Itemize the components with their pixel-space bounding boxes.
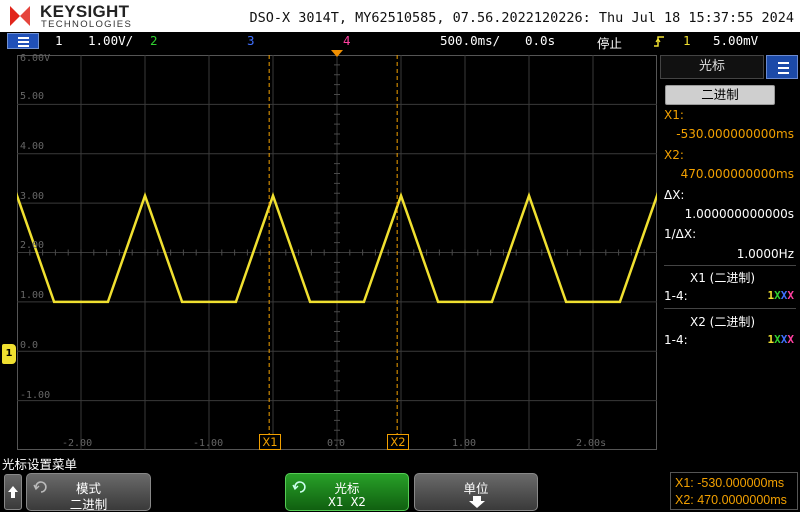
y-axis-label-3v: 3.00 (20, 191, 45, 202)
x1-value: -530.000000000ms (676, 127, 794, 141)
trigger-edge-icon (654, 36, 664, 47)
trigger-level[interactable]: 5.00mV (713, 33, 758, 48)
cursor-x2-tag[interactable]: X2 (387, 434, 409, 450)
cursor-x2-label: X2 (390, 435, 406, 449)
cursor-readout-box: X1: -530.000000ms X2: 470.0000000ms (670, 472, 798, 510)
header-bar: KEYSIGHT TECHNOLOGIES DSO-X 3014T, MY625… (0, 0, 800, 32)
status-bar: 1 1.00V/ 2 3 4 500.0ms/ 0.0s 停止 1 5.00mV (0, 32, 800, 52)
x2-value: 470.000000000ms (680, 167, 794, 181)
mode-softkey[interactable]: 模式 二进制 (26, 473, 151, 512)
x1-binary-range: 1-4: (664, 289, 688, 303)
arrow-down-icon (469, 496, 485, 508)
timebase-scale[interactable]: 500.0ms/ (440, 33, 500, 48)
x2-label: X2: (664, 148, 684, 162)
menu-up-button[interactable] (4, 474, 22, 510)
cursors-softkey[interactable]: 光标 X1 X2 (285, 473, 409, 511)
channel-4-indicator[interactable]: 4 (343, 33, 351, 48)
divider (664, 308, 796, 309)
x1-binary-value: 1XXX (768, 289, 795, 302)
delta-x-label: ΔX: (664, 188, 685, 202)
side-menu-button[interactable] (766, 55, 798, 79)
x2-bit-4: X (787, 333, 794, 346)
x1-label: X1: (664, 108, 684, 122)
channel-1-indicator[interactable]: 1 (55, 33, 63, 48)
run-state[interactable]: 停止 (597, 33, 622, 52)
mode-softkey-value: 二进制 (69, 497, 108, 512)
side-panel-title[interactable]: 光标 (660, 55, 764, 79)
time-delay[interactable]: 0.0s (525, 33, 555, 48)
x-axis-label-1s: 1.00 (452, 438, 477, 449)
y-axis-label-2v: 2.00 (20, 240, 45, 251)
menu-icon (18, 37, 29, 39)
x-axis-label-neg1s: -1.00 (193, 438, 224, 449)
delta-x-value: 1.000000000000s (684, 207, 794, 221)
cursors-softkey-value: X1 X2 (328, 494, 366, 509)
cursor-x1-tag[interactable]: X1 (259, 434, 281, 450)
menu-icon-line (778, 67, 789, 69)
graticule-grid (17, 55, 657, 450)
channel-3-indicator[interactable]: 3 (247, 33, 255, 48)
inverse-delta-x-value: 1.0000Hz (736, 247, 794, 261)
cursor-readout-x2: X2: 470.0000000ms (675, 493, 787, 507)
keysight-logo-icon (10, 6, 30, 26)
cursor-side-panel: 光标 二进制 X1: -530.000000000ms X2: 470.0000… (660, 55, 800, 452)
ground-marker-label: 1 (5, 348, 13, 359)
inverse-delta-x-label: 1/ΔX: (664, 227, 697, 241)
instrument-info: DSO-X 3014T, MY62510585, 07.56.202212022… (249, 10, 794, 26)
trigger-position-icon[interactable] (331, 50, 343, 57)
units-softkey[interactable]: 单位 (414, 473, 538, 511)
cursor-readout-x1: X1: -530.000000ms (675, 476, 785, 490)
y-axis-label-5v: 5.00 (20, 91, 45, 102)
waveform-display[interactable] (17, 55, 657, 450)
menu-icon (778, 62, 789, 64)
menu-icon-line (18, 41, 29, 43)
main-menu-button[interactable] (7, 33, 39, 49)
x1-bit-4: X (787, 289, 794, 302)
brand-subtitle: TECHNOLOGIES (41, 19, 133, 30)
arrow-up-icon (8, 486, 18, 498)
x-axis-label-0s: 0.0 (327, 438, 346, 449)
channel-2-indicator[interactable]: 2 (150, 33, 158, 48)
y-axis-label-6v: 6.00V (20, 53, 51, 64)
channel-1-scale[interactable]: 1.00V/ (88, 33, 133, 48)
divider (664, 265, 796, 266)
x2-binary-value: 1XXX (768, 333, 795, 346)
x2-binary-title: X2 (二进制) (690, 315, 756, 329)
menu-icon-line (18, 45, 29, 47)
y-axis-label-1v: 1.00 (20, 290, 45, 301)
x1-binary-title: X1 (二进制) (690, 271, 756, 285)
cursor-x1-label: X1 (262, 435, 278, 449)
y-axis-label-neg1v: -1.00 (20, 390, 51, 401)
cursor-mode-binary-button[interactable]: 二进制 (665, 85, 775, 105)
x2-binary-range: 1-4: (664, 333, 688, 347)
y-axis-label-4v: 4.00 (20, 141, 45, 152)
trigger-channel[interactable]: 1 (683, 33, 691, 48)
x1-bit-2: X (774, 289, 781, 302)
x-axis-label-neg2s: -2.00 (62, 438, 93, 449)
y-axis-label-0v: 0.0 (20, 340, 39, 351)
menu-icon-line (778, 72, 789, 74)
x2-bit-2: X (774, 333, 781, 346)
channel-1-ground-marker[interactable]: 1 (2, 344, 16, 364)
x-axis-label-2s: 2.00s (576, 438, 607, 449)
